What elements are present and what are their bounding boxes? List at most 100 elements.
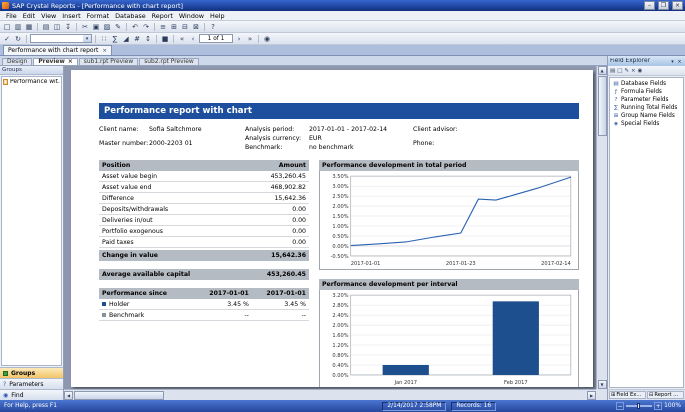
scroll-left-icon[interactable]: ◀ <box>64 391 73 400</box>
toolbar-separator <box>126 23 127 31</box>
save-icon[interactable]: ▦ <box>24 22 34 32</box>
menu-view[interactable]: View <box>38 12 59 20</box>
field-explorer-icon[interactable]: ⊞ <box>169 22 179 32</box>
horizontal-scroll-thumb[interactable] <box>74 391 164 400</box>
panel-button-find[interactable]: ◉ Find <box>0 389 63 400</box>
close-tab-icon[interactable]: × <box>102 48 107 54</box>
svg-text:0.00%: 0.00% <box>332 373 348 379</box>
undo-icon[interactable]: ↶ <box>130 22 140 32</box>
tab-performance-report[interactable]: Performance with chart report × <box>3 45 112 55</box>
group-tree-root-item[interactable]: Performance wit... <box>3 79 60 85</box>
row-value: 0.00 <box>292 228 306 235</box>
horizontal-scrollbar[interactable]: ◀ ▶ <box>64 389 596 400</box>
tree-item-database-fields[interactable]: ▤ Database Fields <box>611 80 682 88</box>
last-page-icon[interactable]: » <box>245 34 255 44</box>
panel-menu-icon[interactable]: ▾ <box>669 58 676 65</box>
close-preview-icon[interactable]: × <box>68 59 73 65</box>
zoom-out-icon[interactable]: − <box>616 402 624 410</box>
zoom-in-icon[interactable]: + <box>654 402 662 410</box>
insert-summary-icon[interactable]: ∑ <box>110 34 120 44</box>
help-icon[interactable]: ? <box>208 22 218 32</box>
panel-button-groups[interactable]: Groups <box>0 367 63 378</box>
delete-field-icon[interactable]: × <box>631 68 636 74</box>
tab-preview[interactable]: Preview × <box>33 58 77 65</box>
menu-edit[interactable]: Edit <box>20 12 38 20</box>
chevron-down-icon[interactable]: ▾ <box>83 35 91 42</box>
report-explorer-icon[interactable]: ⊟ <box>180 22 190 32</box>
copy-icon[interactable]: ▣ <box>91 22 101 32</box>
print-preview-icon[interactable]: ◫ <box>52 22 62 32</box>
scroll-up-icon[interactable]: ▲ <box>598 66 607 75</box>
vertical-scroll-thumb[interactable] <box>598 76 607 136</box>
table-row: Paid taxes 0.00 <box>99 237 309 248</box>
menu-database[interactable]: Database <box>112 12 149 20</box>
cut-icon[interactable]: ✂ <box>80 22 90 32</box>
menu-format[interactable]: Format <box>84 12 113 20</box>
insert-chart-icon[interactable]: ◢ <box>121 34 131 44</box>
tab-sub1-preview[interactable]: sub1.rpt Preview <box>79 58 138 65</box>
open-icon[interactable]: ▥ <box>13 22 23 32</box>
tree-item-running-total-fields[interactable]: ∑ Running Total Fields <box>611 104 682 112</box>
menu-help[interactable]: Help <box>207 12 228 20</box>
tree-item-parameter-fields[interactable]: ? Parameter Fields <box>611 96 682 104</box>
page-indicator: 1 of 1 <box>199 34 233 43</box>
find-field-icon[interactable]: ◉ <box>638 68 643 74</box>
search-icon[interactable]: ◉ <box>262 34 272 44</box>
tab-sub2-preview[interactable]: sub2.rpt Preview <box>139 58 198 65</box>
next-page-icon[interactable]: › <box>234 34 244 44</box>
new-report-icon[interactable]: □ <box>2 22 12 32</box>
export-icon[interactable]: ↧ <box>63 22 73 32</box>
parameter-fields-icon: ? <box>613 97 619 103</box>
tab-field-explorer[interactable]: ⊞ Field Ex... <box>609 391 646 399</box>
group-tree-root-label: Performance wit... <box>10 79 60 85</box>
master-number-value: 2000-2203 01 <box>149 140 245 152</box>
scroll-down-icon[interactable]: ▼ <box>598 380 607 389</box>
insert-group-icon[interactable]: ∷ <box>99 34 109 44</box>
paste-icon[interactable]: ▨ <box>102 22 112 32</box>
menu-file[interactable]: File <box>3 12 20 20</box>
position-column-header: Position <box>102 162 130 169</box>
toggle-group-tree-icon[interactable]: ≡ <box>158 22 168 32</box>
scroll-right-icon[interactable]: ▶ <box>587 391 596 400</box>
prev-page-icon[interactable]: ‹ <box>188 34 198 44</box>
maximize-button[interactable]: ❐ <box>658 1 669 10</box>
field-explorer-titlebar: Field Explorer ▾ × <box>608 56 685 66</box>
tab-design[interactable]: Design <box>2 58 32 65</box>
benchmark-value-2: -- <box>249 312 306 319</box>
insert-crosstab-icon[interactable]: # <box>132 34 142 44</box>
verify-database-icon[interactable]: ✓ <box>2 34 12 44</box>
object-selector-combo[interactable]: ▾ <box>30 34 92 43</box>
print-icon[interactable]: ▤ <box>41 22 51 32</box>
menu-report[interactable]: Report <box>149 12 176 20</box>
zoom-slider[interactable] <box>626 405 652 407</box>
panel-button-parameters[interactable]: ? Parameters <box>0 378 63 389</box>
position-table-header: Position Amount <box>99 160 309 171</box>
tree-item-formula-fields[interactable]: ƒ Formula Fields <box>611 88 682 96</box>
vertical-scrollbar[interactable]: ▲ ▼ <box>596 66 607 389</box>
tab-report-explorer[interactable]: ⊟ Report ... <box>647 391 684 399</box>
formula-fields-icon: ƒ <box>613 89 619 95</box>
menu-insert[interactable]: Insert <box>59 12 83 20</box>
format-painter-icon[interactable]: ✎ <box>113 22 123 32</box>
zoom-controls: − + 100% <box>616 402 681 410</box>
close-button[interactable]: × <box>672 1 683 10</box>
tree-item-label: Parameter Fields <box>621 97 669 103</box>
redo-icon[interactable]: ↷ <box>141 22 151 32</box>
repository-explorer-icon[interactable]: ⊠ <box>191 22 201 32</box>
preview-tab-label: Preview <box>38 59 65 65</box>
menu-window[interactable]: Window <box>176 12 207 20</box>
sort-icon[interactable]: ↕ <box>143 34 153 44</box>
browse-data-icon[interactable]: ▤ <box>610 68 615 74</box>
tree-item-group-name-fields[interactable]: ⊞ Group Name Fields <box>611 112 682 120</box>
panel-close-icon[interactable]: × <box>676 58 683 65</box>
zoom-slider-thumb[interactable] <box>637 403 640 409</box>
row-label: Difference <box>102 195 134 202</box>
tree-item-special-fields[interactable]: ◈ Special Fields <box>611 120 682 128</box>
performance-table: Performance since 2017-01-01 2017-01-01 … <box>99 288 309 321</box>
minimize-button[interactable]: – <box>644 1 655 10</box>
new-field-icon[interactable]: □ <box>617 68 622 74</box>
refresh-icon[interactable]: ↻ <box>13 34 23 44</box>
edit-field-icon[interactable]: ✎ <box>624 68 629 74</box>
stop-icon[interactable]: ■ <box>160 34 170 44</box>
first-page-icon[interactable]: « <box>177 34 187 44</box>
